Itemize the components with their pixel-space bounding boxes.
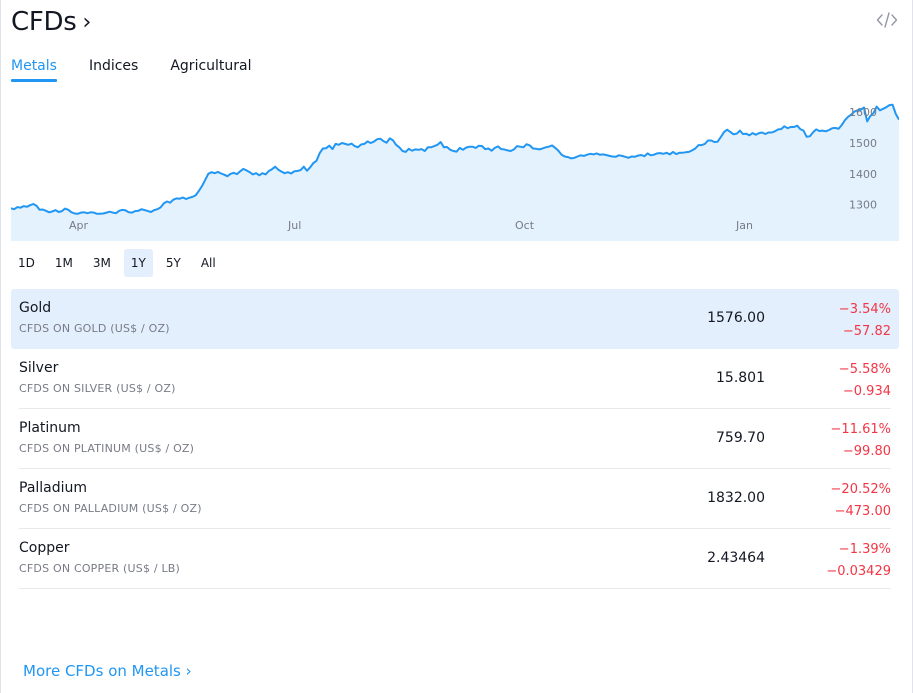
symbol-price: 1576.00 xyxy=(707,310,765,326)
x-tick-label: Jul xyxy=(287,219,301,232)
symbol-price: 2.43464 xyxy=(707,550,765,566)
symbol-price: 15.801 xyxy=(716,370,765,386)
period-5y-button[interactable]: 5Y xyxy=(159,249,188,277)
y-tick-label: 1500 xyxy=(849,137,877,150)
symbol-name: Platinum xyxy=(19,420,81,436)
market-overview-widget: CFDs › Metals Indices Agricultural Apr Ju… xyxy=(0,0,913,693)
y-tick-label: 1600 xyxy=(849,106,877,119)
period-1y-button[interactable]: 1Y xyxy=(123,249,153,277)
symbol-description: CFDS ON PLATINUM (US$ / OZ) xyxy=(19,442,195,455)
period-selector: 1D 1M 3M 1Y 5Y All xyxy=(11,249,223,277)
widget-header-link[interactable]: CFDs › xyxy=(11,4,91,40)
symbol-change-absolute: −473.00 xyxy=(834,504,891,519)
symbol-change-percent: −1.39% xyxy=(838,542,891,557)
period-all-button[interactable]: All xyxy=(194,249,223,277)
symbol-change-percent: −5.58% xyxy=(838,362,891,377)
symbol-description: CFDS ON GOLD (US$ / OZ) xyxy=(19,322,170,335)
symbol-row-silver[interactable]: Silver CFDS ON SILVER (US$ / OZ) 15.801 … xyxy=(11,349,899,409)
symbol-description: CFDS ON SILVER (US$ / OZ) xyxy=(19,382,176,395)
symbol-description: CFDS ON PALLADIUM (US$ / OZ) xyxy=(19,502,202,515)
symbol-name: Gold xyxy=(19,300,52,316)
symbol-change-percent: −3.54% xyxy=(838,302,891,317)
category-tabs: Metals Indices Agricultural xyxy=(11,58,252,82)
symbol-price: 1832.00 xyxy=(707,490,765,506)
tab-agricultural[interactable]: Agricultural xyxy=(170,58,251,82)
symbol-description: CFDS ON COPPER (US$ / LB) xyxy=(19,562,181,575)
price-area-chart[interactable]: Apr Jul Oct Jan 1300 1400 1500 1600 xyxy=(11,100,899,241)
symbol-name: Palladium xyxy=(19,480,88,496)
y-tick-label: 1300 xyxy=(849,199,877,212)
symbol-change-absolute: −99.80 xyxy=(842,444,891,459)
tab-indices[interactable]: Indices xyxy=(89,58,138,82)
symbol-change-percent: −11.61% xyxy=(830,422,891,437)
symbol-change-absolute: −57.82 xyxy=(842,324,891,339)
chevron-right-icon: › xyxy=(82,9,92,35)
tab-metals[interactable]: Metals xyxy=(11,58,57,82)
symbol-list: Gold CFDS ON GOLD (US$ / OZ) 1576.00 −3.… xyxy=(11,289,899,589)
symbol-change-absolute: −0.03429 xyxy=(826,564,891,579)
x-tick-label: Oct xyxy=(515,219,535,232)
symbol-change-absolute: −0.934 xyxy=(842,384,891,399)
widget-title: CFDs xyxy=(11,7,77,37)
x-tick-label: Apr xyxy=(69,219,89,232)
period-1m-button[interactable]: 1M xyxy=(48,249,80,277)
x-tick-label: Jan xyxy=(735,219,753,232)
more-cfds-link[interactable]: More CFDs on Metals › xyxy=(23,662,192,680)
y-tick-label: 1400 xyxy=(849,168,877,181)
symbol-price: 759.70 xyxy=(716,430,765,446)
symbol-row-platinum[interactable]: Platinum CFDS ON PLATINUM (US$ / OZ) 759… xyxy=(11,409,899,469)
period-1d-button[interactable]: 1D xyxy=(11,249,42,277)
code-icon[interactable] xyxy=(876,10,898,30)
row-divider xyxy=(19,588,891,589)
period-3m-button[interactable]: 3M xyxy=(86,249,118,277)
symbol-change-percent: −20.52% xyxy=(830,482,891,497)
symbol-row-copper[interactable]: Copper CFDS ON COPPER (US$ / LB) 2.43464… xyxy=(11,529,899,589)
symbol-name: Silver xyxy=(19,360,59,376)
symbol-row-palladium[interactable]: Palladium CFDS ON PALLADIUM (US$ / OZ) 1… xyxy=(11,469,899,529)
symbol-name: Copper xyxy=(19,540,70,556)
symbol-row-gold[interactable]: Gold CFDS ON GOLD (US$ / OZ) 1576.00 −3.… xyxy=(11,289,899,349)
